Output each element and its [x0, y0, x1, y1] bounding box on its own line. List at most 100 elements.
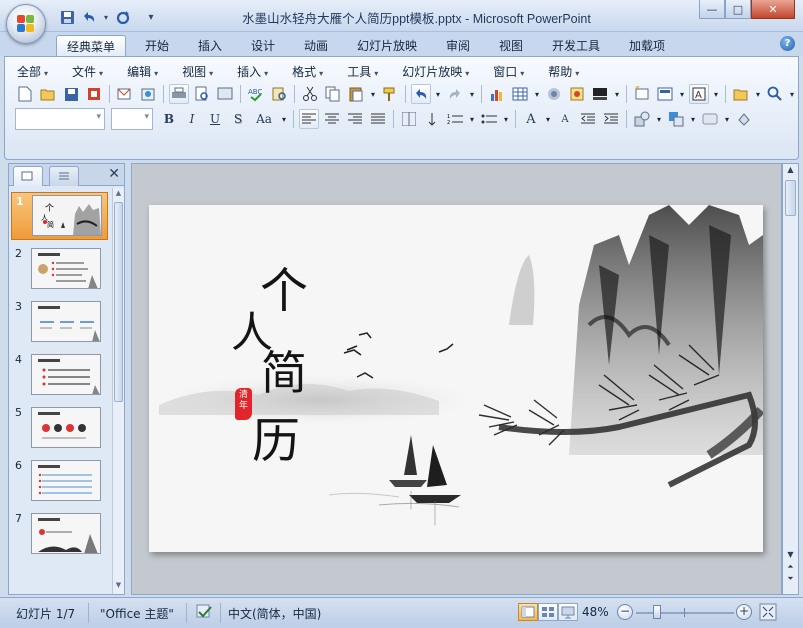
zoom-out-icon[interactable]: − — [617, 604, 633, 620]
arrange-icon[interactable] — [666, 109, 686, 129]
new-document-icon[interactable] — [15, 84, 35, 104]
justify-icon[interactable] — [368, 109, 388, 129]
folder-dropdown-icon[interactable]: ▾ — [754, 84, 762, 104]
slide-sorter-button[interactable] — [538, 603, 558, 621]
slide-layout-icon[interactable] — [655, 84, 675, 104]
tab-addins[interactable]: 加载项 — [620, 35, 674, 56]
tab-developer[interactable]: 开发工具 — [545, 35, 607, 56]
scroll-up-icon[interactable]: ▲ — [113, 189, 124, 201]
underline-button[interactable]: U — [205, 109, 225, 129]
search-dropdown-icon[interactable]: ▾ — [788, 84, 796, 104]
columns-icon[interactable] — [399, 109, 419, 129]
paste-dropdown-icon[interactable]: ▾ — [369, 84, 377, 104]
numbering-dropdown-icon[interactable]: ▾ — [468, 109, 476, 129]
help-icon[interactable]: ? — [780, 36, 795, 51]
slide-thumb-2[interactable]: 2 — [9, 245, 112, 295]
slide-thumb-1[interactable]: 1 个 人 简 — [11, 192, 108, 240]
align-right-icon[interactable] — [345, 109, 365, 129]
zoom-slider-thumb[interactable] — [653, 605, 661, 619]
new-slide-icon[interactable] — [632, 84, 652, 104]
menu-insert[interactable]: 插入 ▾ — [237, 63, 268, 80]
color-dropdown-icon[interactable]: ▾ — [613, 84, 621, 104]
paste-icon[interactable] — [346, 84, 366, 104]
email-icon[interactable] — [115, 84, 135, 104]
shapes-icon[interactable] — [632, 109, 652, 129]
maximize-button[interactable]: □ — [725, 0, 751, 19]
table-dropdown-icon[interactable]: ▾ — [533, 84, 541, 104]
tab-view[interactable]: 视图 — [490, 35, 532, 56]
tab-classic-menu[interactable]: 经典菜单 — [56, 35, 126, 56]
text-direction-icon[interactable] — [422, 109, 442, 129]
copy-icon[interactable] — [323, 84, 343, 104]
menu-format[interactable]: 格式 ▾ — [292, 63, 323, 80]
increase-font-dropdown-icon[interactable]: ▾ — [544, 109, 552, 129]
format-painter-icon[interactable] — [380, 84, 400, 104]
office-button[interactable] — [6, 4, 46, 44]
decrease-indent-icon[interactable] — [578, 109, 598, 129]
research-icon[interactable] — [269, 84, 289, 104]
redo-icon[interactable] — [445, 84, 465, 104]
bold-button[interactable]: B — [159, 109, 179, 129]
theme-name[interactable]: "Office 主题" — [100, 605, 174, 622]
color-scheme-icon[interactable] — [590, 84, 610, 104]
undo-icon[interactable] — [411, 84, 431, 104]
textbox-dropdown-icon[interactable]: ▾ — [712, 84, 720, 104]
cut-icon[interactable] — [300, 84, 320, 104]
table-icon[interactable] — [510, 84, 530, 104]
scroll-down-icon[interactable]: ▼ — [113, 581, 124, 593]
shadow-button[interactable]: S — [228, 109, 248, 129]
decrease-font-icon[interactable]: A — [555, 109, 575, 129]
zoom-in-icon[interactable]: + — [736, 604, 752, 620]
undo-dropdown-icon[interactable]: ▾ — [434, 84, 442, 104]
tab-home[interactable]: 开始 — [136, 35, 178, 56]
numbering-icon[interactable]: 12 — [445, 109, 465, 129]
chart-icon[interactable] — [487, 84, 507, 104]
bullets-dropdown-icon[interactable]: ▾ — [502, 109, 510, 129]
tab-slides[interactable] — [13, 166, 43, 186]
increase-indent-icon[interactable] — [601, 109, 621, 129]
fill-color-icon[interactable] — [734, 109, 754, 129]
menu-slideshow[interactable]: 幻灯片放映 ▾ — [402, 63, 469, 80]
scroll-thumb[interactable] — [785, 180, 796, 216]
menu-window[interactable]: 窗口 ▾ — [493, 63, 524, 80]
spell-check-icon[interactable] — [196, 604, 214, 623]
permission-icon[interactable] — [84, 84, 104, 104]
slide-thumb-5[interactable]: 5 — [9, 404, 112, 454]
slideshow-button[interactable] — [558, 603, 578, 621]
arrange-dropdown-icon[interactable]: ▾ — [689, 109, 697, 129]
slide-title[interactable]: 个 人 简 历 — [149, 205, 763, 552]
slide-thumb-4[interactable]: 4 — [9, 351, 112, 401]
shapes-dropdown-icon[interactable]: ▾ — [655, 109, 663, 129]
close-button[interactable]: ✕ — [751, 0, 795, 19]
editor-scrollbar[interactable]: ▲ ▼ ⏶ ⏷ — [782, 163, 799, 595]
search-icon[interactable] — [765, 84, 785, 104]
font-name-select[interactable] — [15, 108, 105, 130]
styles-dropdown-icon[interactable]: ▾ — [723, 109, 731, 129]
zoom-slider-track[interactable] — [636, 612, 734, 614]
font-size-select[interactable] — [111, 108, 153, 130]
print-icon[interactable] — [169, 84, 189, 104]
close-panel-icon[interactable]: ✕ — [108, 166, 120, 182]
menu-file[interactable]: 文件 ▾ — [72, 63, 103, 80]
menu-view[interactable]: 视图 ▾ — [182, 63, 213, 80]
tab-slideshow[interactable]: 幻灯片放映 — [350, 35, 424, 56]
open-folder-icon[interactable] — [38, 84, 58, 104]
layout-dropdown-icon[interactable]: ▾ — [678, 84, 686, 104]
slide-view-icon[interactable] — [215, 84, 235, 104]
slide-thumb-6[interactable]: 6 — [9, 457, 112, 507]
scroll-down-icon[interactable]: ▼ — [784, 550, 797, 559]
save-icon[interactable] — [61, 84, 81, 104]
slide-thumb-3[interactable]: 3 — [9, 298, 112, 348]
align-left-icon[interactable] — [299, 109, 319, 129]
tab-animation[interactable]: 动画 — [295, 35, 337, 56]
case-dropdown-icon[interactable]: ▾ — [280, 109, 288, 129]
menu-help[interactable]: 帮助 ▾ — [548, 63, 579, 80]
zoom-percent[interactable]: 48% — [582, 605, 609, 619]
fit-to-window-icon[interactable] — [759, 603, 777, 624]
increase-font-icon[interactable]: A — [521, 109, 541, 129]
print-preview-icon[interactable] — [192, 84, 212, 104]
scroll-thumb[interactable] — [114, 202, 123, 402]
menu-all[interactable]: 全部 ▾ — [17, 63, 48, 80]
italic-button[interactable]: I — [182, 109, 202, 129]
tab-insert[interactable]: 插入 — [189, 35, 231, 56]
